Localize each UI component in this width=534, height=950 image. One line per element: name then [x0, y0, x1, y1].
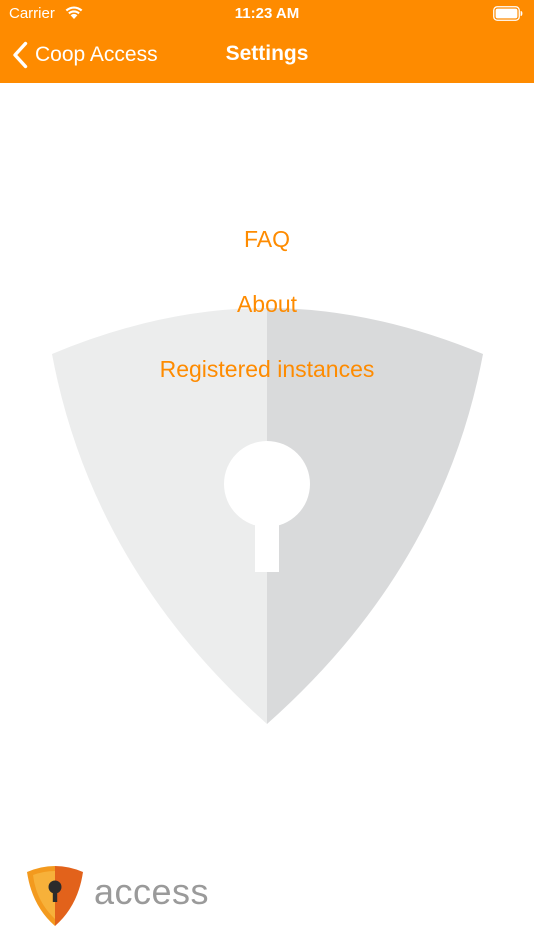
about-link[interactable]: About: [0, 285, 534, 323]
registered-instances-link[interactable]: Registered instances: [0, 350, 534, 388]
battery-icon: [493, 6, 523, 21]
shield-keyhole-icon: [27, 866, 83, 926]
status-time: 11:23 AM: [234, 5, 300, 22]
navigation-bar: Coop Access Settings: [0, 30, 534, 83]
faq-link[interactable]: FAQ: [0, 220, 534, 258]
settings-menu: FAQ About Registered instances: [0, 220, 534, 415]
header: Carrier 11:23 AM Coop Access Settings: [0, 0, 534, 83]
brand-name: access: [94, 871, 210, 912]
status-bar: Carrier 11:23 AM: [0, 0, 534, 30]
brand-footer: access: [24, 863, 244, 929]
page-title: Settings: [225, 42, 309, 65]
